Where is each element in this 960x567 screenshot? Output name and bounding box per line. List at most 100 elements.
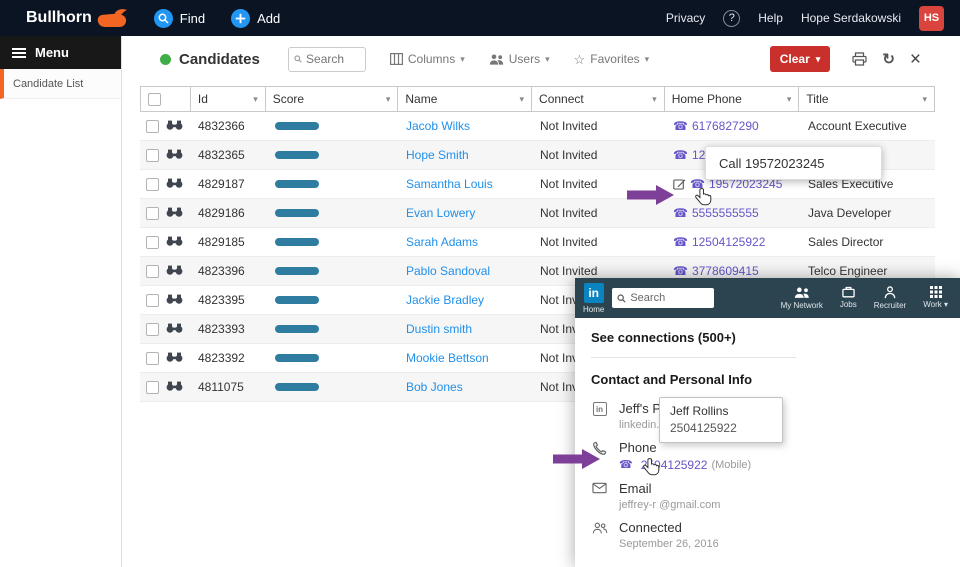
- row-checkbox[interactable]: [146, 264, 159, 278]
- chevron-down-icon: ▾: [253, 93, 258, 104]
- candidate-name-link[interactable]: Hope Smith: [406, 148, 469, 162]
- mouse-cursor: [695, 187, 712, 212]
- phone-icon: ☎: [673, 206, 688, 220]
- preview-icon[interactable]: [166, 206, 183, 220]
- bullhorn-bull-icon: [96, 8, 128, 29]
- linkedin-home[interactable]: in Home: [583, 282, 604, 314]
- preview-icon[interactable]: [166, 264, 183, 278]
- phone-link[interactable]: 12504125922: [692, 235, 765, 249]
- help-icon[interactable]: ?: [723, 9, 741, 27]
- row-checkbox[interactable]: [146, 148, 159, 162]
- linkedin-nav-my-network[interactable]: My Network: [781, 286, 823, 310]
- print-button[interactable]: [852, 52, 867, 66]
- table-row: 4829185 Sarah Adams Not Invited ☎ 1250412…: [140, 228, 935, 257]
- privacy-link[interactable]: Privacy: [666, 11, 705, 25]
- col-header-name[interactable]: Name ▾: [398, 87, 533, 111]
- col-header-score[interactable]: Score ▾: [266, 87, 399, 111]
- preview-icon[interactable]: [166, 119, 183, 133]
- phone-icon: ☎: [673, 264, 688, 278]
- connected-row: Connected September 26, 2016: [591, 520, 944, 550]
- row-checkbox[interactable]: [146, 322, 159, 336]
- preview-icon[interactable]: [166, 293, 183, 307]
- candidate-name-link[interactable]: Mookie Bettson: [406, 351, 489, 365]
- row-checkbox[interactable]: [146, 351, 159, 365]
- mouse-cursor: [643, 457, 660, 482]
- linkedin-nav-recruiter[interactable]: Recruiter: [874, 286, 906, 310]
- chevron-down-icon: ▾: [385, 93, 391, 104]
- col-header-home-phone[interactable]: Home Phone ▾: [665, 87, 800, 111]
- row-checkbox[interactable]: [146, 206, 159, 220]
- help-link[interactable]: Help: [758, 11, 783, 25]
- menu-button[interactable]: Menu: [0, 36, 121, 69]
- avatar[interactable]: HS: [919, 5, 944, 31]
- col-header-title[interactable]: Title ▾: [799, 87, 934, 111]
- cell-id: 4829185: [198, 235, 245, 249]
- sidebar-item-candidate-list[interactable]: Candidate List: [0, 69, 121, 99]
- col-header-connect[interactable]: Connect ▾: [532, 87, 665, 111]
- columns-dropdown[interactable]: Columns ▾: [389, 52, 465, 66]
- favorites-dropdown[interactable]: ☆ Favorites ▾: [574, 52, 650, 66]
- candidate-name-link[interactable]: Evan Lowery: [406, 206, 475, 220]
- candidate-name-link[interactable]: Dustin smith: [406, 322, 472, 336]
- briefcase-icon: [842, 286, 855, 298]
- score-bar: [275, 180, 319, 188]
- cell-connect: Not Invited: [540, 148, 598, 162]
- see-connections-link[interactable]: See connections (500+): [591, 330, 944, 345]
- list-search-box[interactable]: [287, 46, 366, 72]
- linkedin-logo: in: [583, 282, 604, 303]
- top-navigation-bar: Bullhorn Find Add Privacy ? Help Hope Se…: [0, 0, 960, 36]
- select-all-checkbox[interactable]: [148, 92, 161, 106]
- score-bar: [275, 325, 319, 333]
- email-row: Email jeffrey-r @gmail.com: [591, 481, 944, 511]
- row-checkbox[interactable]: [146, 177, 159, 191]
- preview-icon[interactable]: [166, 235, 183, 249]
- phone-link[interactable]: 6176827290: [692, 119, 759, 133]
- add-button[interactable]: Add: [231, 8, 280, 28]
- callout-arrow: [553, 448, 601, 475]
- linkedin-nav-jobs[interactable]: Jobs: [840, 286, 857, 310]
- preview-icon[interactable]: [166, 380, 183, 394]
- work-grid-icon: [929, 286, 942, 298]
- preview-icon[interactable]: [166, 177, 183, 191]
- user-name[interactable]: Hope Serdakowski: [801, 11, 901, 25]
- my-network-icon: [794, 287, 809, 298]
- refresh-button[interactable]: ↻: [882, 50, 895, 68]
- linkedin-nav-work[interactable]: Work ▾: [923, 286, 948, 310]
- select-all-header[interactable]: [141, 87, 191, 111]
- menu-label: Menu: [35, 45, 69, 60]
- cell-score: [265, 170, 398, 198]
- popup-contact-phone: 2504125922: [670, 421, 737, 435]
- row-checkbox[interactable]: [146, 119, 159, 133]
- preview-icon[interactable]: [166, 322, 183, 336]
- candidate-name-link[interactable]: Jackie Bradley: [406, 293, 484, 307]
- printer-icon: [852, 52, 867, 66]
- chevron-down-icon: ▾: [652, 93, 657, 104]
- score-bar: [275, 122, 319, 130]
- users-icon: [489, 54, 503, 65]
- score-bar: [275, 296, 319, 304]
- row-checkbox[interactable]: [146, 293, 159, 307]
- close-list-button[interactable]: ×: [910, 50, 921, 69]
- cell-title: Sales Director: [808, 235, 884, 249]
- cell-score: [265, 112, 398, 140]
- candidate-name-link[interactable]: Sarah Adams: [406, 235, 478, 249]
- clear-button[interactable]: Clear ▾: [769, 46, 831, 72]
- col-header-id[interactable]: Id ▾: [191, 87, 266, 111]
- cell-connect: Not Invited: [540, 235, 598, 249]
- candidate-name-link[interactable]: Bob Jones: [406, 380, 463, 394]
- row-checkbox[interactable]: [146, 235, 159, 249]
- candidate-name-link[interactable]: Jacob Wilks: [406, 119, 470, 133]
- candidate-name-link[interactable]: Pablo Sandoval: [406, 264, 490, 278]
- candidate-name-link[interactable]: Samantha Louis: [406, 177, 493, 191]
- users-dropdown[interactable]: Users ▾: [489, 52, 550, 66]
- row-checkbox[interactable]: [146, 380, 159, 394]
- phone-link[interactable]: 3778609415: [692, 264, 759, 278]
- score-bar: [275, 354, 319, 362]
- preview-icon[interactable]: [166, 351, 183, 365]
- preview-icon[interactable]: [166, 148, 183, 162]
- find-button[interactable]: Find: [153, 8, 205, 28]
- linkedin-search-box[interactable]: Search: [612, 288, 715, 308]
- call-tooltip[interactable]: Call 19572023245: [705, 146, 882, 180]
- search-input[interactable]: [306, 52, 360, 66]
- cell-id: 4823392: [198, 351, 245, 365]
